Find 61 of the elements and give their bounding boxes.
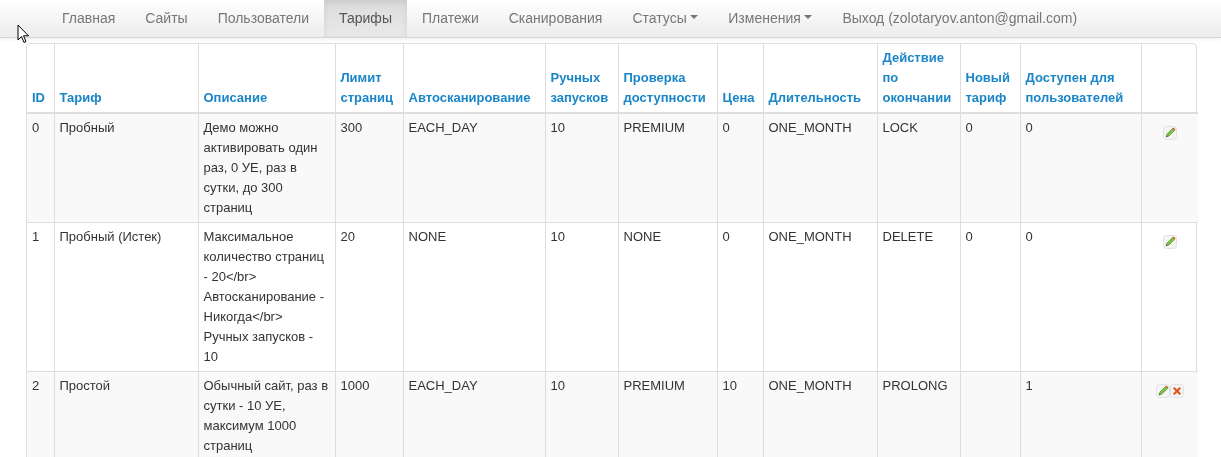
table-cell: PREMIUM: [623, 378, 685, 393]
table-cell: NONE: [408, 229, 447, 244]
table-cell: 0: [722, 120, 730, 135]
table-cell: ONE_MONTH: [768, 378, 852, 393]
table-cell: Пробный: [59, 120, 115, 135]
delete-cross-icon[interactable]: [1169, 383, 1184, 398]
table-cell: PREMIUM: [623, 120, 685, 135]
table-cell: DELETE: [882, 229, 934, 244]
table-cell: 0: [1025, 229, 1033, 244]
column-header[interactable]: Автосканирование: [408, 88, 540, 108]
edit-pencil-icon[interactable]: [1162, 234, 1177, 249]
dropdown-menu-toggle[interactable]: Статусы: [617, 0, 714, 37]
table-cell: EACH_DAY: [408, 120, 478, 135]
column-header[interactable]: Доступен для пользователей: [1025, 68, 1136, 108]
table-cell: 1: [32, 229, 40, 244]
column-header[interactable]: Длительность: [768, 88, 872, 108]
column-header[interactable]: Новый тариф: [965, 68, 1015, 108]
table-cell: 2: [32, 378, 40, 393]
column-header[interactable]: Действие по окончании: [882, 48, 955, 108]
table-cell: 20: [340, 229, 355, 244]
nav-link[interactable]: Платежи: [406, 0, 494, 37]
table-cell: 0: [965, 120, 973, 135]
table-cell: 0: [32, 120, 40, 135]
nav-link[interactable]: Тарифы: [324, 0, 407, 37]
table-cell: 10: [550, 120, 565, 135]
table-cell: 10: [550, 378, 565, 393]
column-header[interactable]: Проверка доступности: [623, 68, 712, 108]
table-cell: ONE_MONTH: [768, 229, 852, 244]
table-cell: Простой: [59, 378, 111, 393]
table-cell: 1000: [340, 378, 370, 393]
table-cell: Пробный (Истек): [59, 229, 162, 244]
column-header[interactable]: Описание: [203, 88, 330, 108]
column-header[interactable]: Ручных запусков: [550, 68, 613, 108]
table-cell: Максимальное количество страниц - 20</br> Автосканирование - Никогда</br> Ручных запусков - 10: [203, 229, 325, 364]
table-cell: 10: [722, 378, 737, 393]
column-header[interactable]: Лимит страниц: [340, 68, 398, 108]
column-header[interactable]: Тариф: [59, 88, 193, 108]
dropdown-menu-toggle[interactable]: Изменения: [713, 0, 828, 37]
table-cell: 300: [340, 120, 363, 135]
table-cell: PROLONG: [882, 378, 948, 393]
table-cell: EACH_DAY: [408, 378, 478, 393]
table-cell: 10: [550, 229, 565, 244]
nav-link[interactable]: Выход (zolotaryov.anton@gmail.com): [827, 0, 1093, 37]
nav-link[interactable]: Главная: [47, 0, 131, 37]
table-cell: 0: [722, 229, 730, 244]
table-cell: 1: [1025, 378, 1033, 393]
table-cell: Демо можно активировать один раз, 0 УЕ, раз в сутки, до 300 страниц: [203, 120, 318, 215]
table-cell: LOCK: [882, 120, 918, 135]
table-cell: 0: [965, 229, 973, 244]
edit-pencil-icon[interactable]: [1162, 125, 1177, 140]
table-cell: 0: [1025, 120, 1033, 135]
table-cell: NONE: [623, 229, 662, 244]
table-cell: Обычный сайт, раз в сутки - 10 УЕ, максимум 1000 страниц: [203, 378, 329, 453]
edit-pencil-icon[interactable]: [1155, 383, 1170, 398]
mouse-cursor-icon: [17, 24, 30, 44]
column-header[interactable]: Цена: [722, 88, 758, 108]
table-cell: ONE_MONTH: [768, 120, 852, 135]
column-header[interactable]: ID: [32, 88, 49, 108]
nav-link[interactable]: Пользователи: [202, 0, 325, 37]
nav-link[interactable]: Сайты: [130, 0, 203, 37]
nav-link[interactable]: Сканирования: [493, 0, 618, 37]
